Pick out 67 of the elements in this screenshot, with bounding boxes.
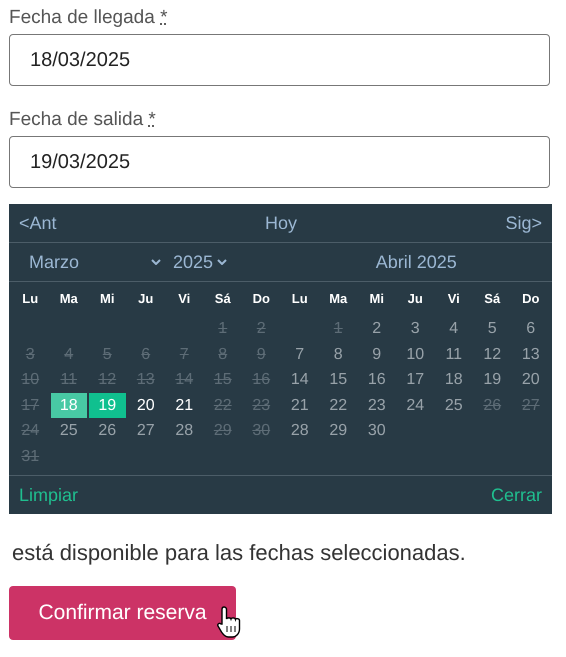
day-cell[interactable]: 24: [397, 392, 434, 418]
weekday-label: Lu: [290, 290, 309, 308]
day-cell[interactable]: 26: [89, 418, 126, 444]
day-cell[interactable]: 20: [128, 392, 164, 418]
required-mark: *: [148, 109, 156, 130]
month-title: Abril 2025: [376, 250, 457, 274]
required-mark: *: [160, 7, 168, 28]
day-cell[interactable]: 3: [397, 316, 434, 342]
day-cell[interactable]: 22: [320, 392, 356, 418]
day-cell[interactable]: 25: [436, 392, 472, 418]
date-field[interactable]: 19/03/2025: [9, 136, 550, 188]
day-cell[interactable]: 6: [512, 316, 549, 342]
day-cell[interactable]: 27: [128, 418, 164, 444]
confirm-button[interactable]: Confirmar reserva: [9, 586, 236, 640]
next-link[interactable]: Sig>: [505, 210, 542, 236]
day-cell[interactable]: 28: [282, 418, 318, 444]
day-cell[interactable]: 4: [436, 316, 472, 342]
day-cell[interactable]: 10: [397, 342, 434, 367]
day-cell[interactable]: 7: [282, 342, 318, 367]
weekday-label: Ma: [328, 290, 348, 308]
weekday-label: Vi: [177, 290, 192, 308]
day-cell[interactable]: 21: [166, 392, 202, 418]
day-cell[interactable]: 23: [358, 392, 395, 418]
close-link[interactable]: Cerrar: [490, 482, 542, 508]
day-cell[interactable]: 14: [282, 367, 318, 392]
day-cell[interactable]: 19: [89, 392, 126, 418]
day-cell[interactable]: 17: [397, 367, 434, 392]
month-select[interactable]: Marzo: [29, 248, 161, 276]
chevron-icon: [217, 259, 228, 265]
day-cell[interactable]: 13: [512, 342, 549, 367]
day-cell[interactable]: 28: [166, 418, 202, 444]
day-cell[interactable]: 8: [320, 342, 356, 367]
day-cell[interactable]: 18: [436, 367, 472, 392]
prev-link[interactable]: <Ant: [19, 210, 57, 236]
weekday-label: Lu: [21, 290, 40, 308]
day-cell[interactable]: 5: [474, 316, 510, 342]
today-link[interactable]: Hoy: [264, 210, 297, 236]
pointer-cursor-icon: [217, 605, 243, 639]
day-cell[interactable]: 11: [436, 342, 472, 367]
chevron-icon: [151, 259, 161, 265]
weekday-label: Ju: [137, 290, 154, 308]
day-cell[interactable]: 30: [358, 418, 395, 444]
weekday-label: Mi: [99, 290, 116, 308]
weekday-label: Mi: [368, 290, 385, 308]
weekday-label: Do: [521, 290, 540, 308]
day-cell[interactable]: 12: [474, 342, 510, 367]
weekday-label: Do: [252, 290, 271, 308]
day-cell[interactable]: 20: [512, 367, 549, 392]
day-cell[interactable]: 9: [358, 342, 395, 367]
year-select[interactable]: 2025: [173, 248, 228, 276]
day-cell[interactable]: 25: [50, 418, 87, 444]
date-field[interactable]: 18/03/2025: [9, 34, 550, 86]
day-cell[interactable]: 2: [358, 316, 395, 342]
weekday-label: Sá: [214, 290, 232, 308]
availability-text: está disponible para las fechas seleccionadas.: [12, 539, 467, 567]
day-cell[interactable]: 16: [358, 367, 395, 392]
day-cell[interactable]: 21: [282, 392, 318, 418]
weekday-label: Ju: [406, 290, 424, 308]
day-cell[interactable]: 15: [320, 367, 356, 392]
day-cell[interactable]: 29: [320, 418, 356, 444]
weekday-label: Vi: [446, 290, 461, 308]
weekday-label: Sá: [483, 290, 502, 308]
weekday-label: Ma: [58, 290, 79, 308]
field-label: Fecha de salida: [9, 109, 144, 130]
field-label: Fecha de llegada: [9, 7, 156, 28]
clear-link[interactable]: Limpiar: [19, 482, 78, 508]
day-cell[interactable]: 19: [474, 367, 510, 392]
